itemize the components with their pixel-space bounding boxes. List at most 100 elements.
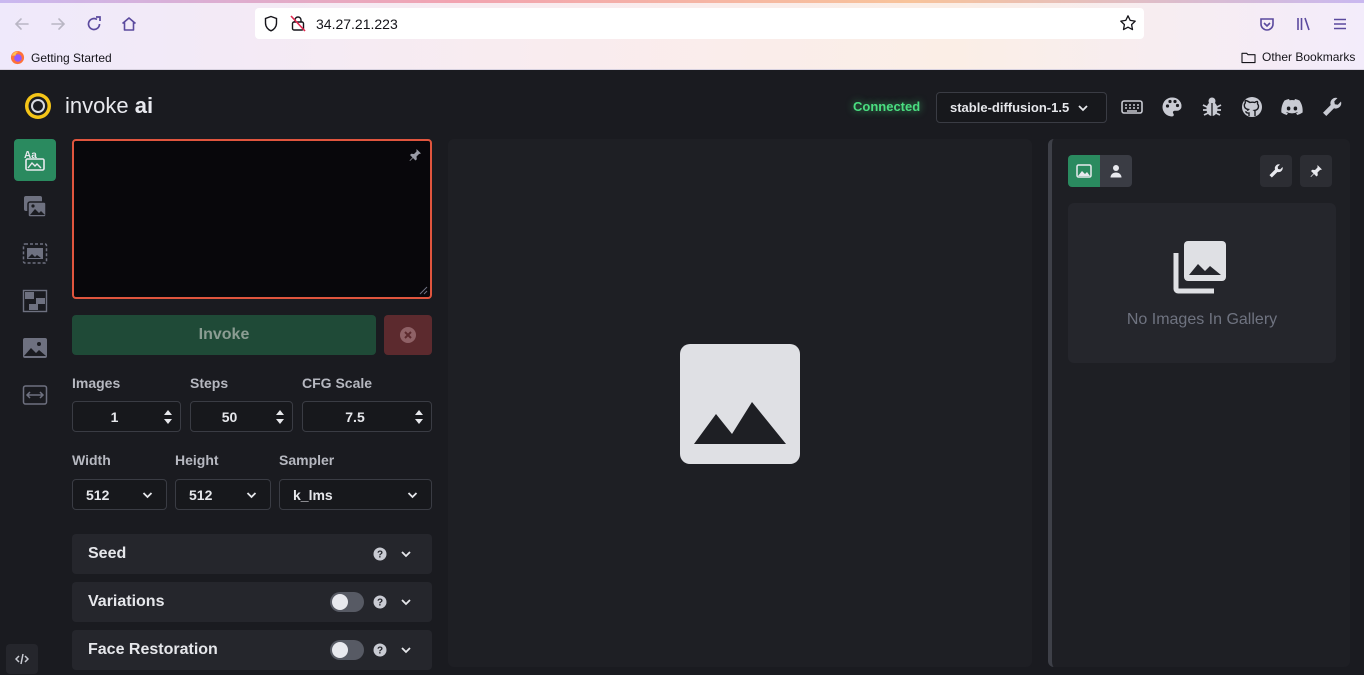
accordion-variations[interactable]: Variations ? — [72, 582, 432, 622]
landscape-image-icon — [23, 338, 47, 358]
theme-button[interactable] — [1160, 95, 1184, 119]
steps-value: 50 — [221, 409, 238, 425]
current-image-area — [448, 139, 1032, 667]
bookmark-other-bookmarks[interactable]: Other Bookmarks — [1241, 50, 1355, 64]
github-link[interactable] — [1240, 95, 1264, 119]
home-icon — [121, 17, 137, 31]
image-gallery: No Images In Gallery — [1048, 139, 1350, 667]
code-icon — [15, 653, 29, 665]
forward-button[interactable] — [44, 10, 72, 38]
back-button[interactable] — [8, 10, 36, 38]
back-arrow-icon — [14, 18, 29, 30]
tab-inpainting[interactable] — [14, 233, 56, 275]
gallery-tab-user[interactable] — [1100, 155, 1132, 187]
help-icon: ? — [373, 547, 387, 561]
tab-nodes[interactable] — [14, 327, 56, 369]
width-label: Width — [72, 452, 111, 468]
bookmark-label: Other Bookmarks — [1262, 50, 1356, 64]
bookmark-getting-started[interactable]: Getting Started — [10, 50, 112, 65]
model-select[interactable]: stable-diffusion-1.5 — [936, 92, 1107, 123]
bookmark-label: Getting Started — [31, 50, 112, 65]
cancel-circle-icon — [400, 327, 416, 343]
gallery-tab-results[interactable] — [1068, 155, 1100, 187]
resize-icon — [22, 385, 48, 405]
help-icon: ? — [373, 595, 387, 609]
github-icon — [1242, 97, 1262, 117]
chevron-down-icon — [401, 599, 411, 606]
discord-icon — [1281, 99, 1303, 115]
menu-button[interactable] — [1326, 10, 1354, 38]
forward-arrow-icon — [51, 18, 66, 30]
cfg-scale-input[interactable]: 7.5 — [302, 401, 432, 432]
width-select[interactable]: 512 — [72, 479, 167, 510]
accordion-face-restoration[interactable]: Face Restoration ? — [72, 630, 432, 670]
discord-link[interactable] — [1280, 95, 1304, 119]
settings-button[interactable] — [1320, 95, 1344, 119]
stepper-arrows-icon — [164, 410, 172, 424]
cfg-scale-value: 7.5 — [345, 409, 365, 425]
gallery-pin-button[interactable] — [1300, 155, 1332, 187]
pocket-button[interactable] — [1253, 10, 1281, 38]
star-bookmark-icon — [1120, 15, 1136, 31]
height-select[interactable]: 512 — [175, 479, 271, 510]
face-restoration-toggle[interactable] — [330, 640, 364, 660]
resize-handle-icon — [419, 286, 428, 295]
text-to-image-icon: Aa — [24, 150, 45, 171]
folder-icon — [1241, 52, 1256, 63]
chevron-down-icon — [246, 492, 257, 499]
sampler-value: k_lms — [293, 487, 333, 503]
console-toggle-button[interactable] — [6, 644, 38, 674]
gallery-settings-button[interactable] — [1260, 155, 1292, 187]
images-stack-icon — [1173, 241, 1226, 294]
images-value: 1 — [110, 409, 119, 425]
app-title: invoke ai — [65, 93, 154, 118]
images-input[interactable]: 1 — [72, 401, 181, 432]
library-icon — [1297, 17, 1310, 31]
connection-status: Connected — [853, 99, 921, 114]
width-value: 512 — [86, 487, 110, 503]
tab-text-to-image[interactable]: Aa — [14, 139, 56, 181]
bug-report-button[interactable] — [1200, 95, 1224, 119]
reload-button[interactable] — [80, 10, 108, 38]
prompt-textarea[interactable] — [72, 139, 432, 299]
height-value: 512 — [189, 487, 213, 503]
sampler-label: Sampler — [279, 452, 335, 468]
user-icon — [1110, 165, 1122, 178]
library-button[interactable] — [1290, 10, 1318, 38]
url-text[interactable]: 34.27.21.223 — [316, 16, 398, 32]
invoke-logo-icon — [25, 93, 51, 119]
chevron-down-icon — [401, 551, 411, 558]
help-icon: ? — [373, 643, 387, 657]
variations-toggle[interactable] — [330, 592, 364, 612]
image-to-image-icon — [24, 196, 47, 218]
cfg-scale-label: CFG Scale — [302, 375, 373, 391]
invoke-button[interactable]: Invoke — [72, 315, 376, 355]
palette-icon — [1162, 97, 1182, 117]
model-select-value: stable-diffusion-1.5 — [950, 100, 1070, 115]
hotkeys-button[interactable] — [1120, 95, 1144, 119]
svg-text:?: ? — [377, 550, 383, 561]
image-placeholder — [680, 344, 800, 464]
pin-icon — [1310, 165, 1322, 177]
accordion-title: Variations — [88, 593, 165, 610]
outpainting-icon — [22, 289, 48, 313]
tab-outpainting[interactable] — [14, 280, 56, 322]
accordion-title: Face Restoration — [88, 641, 218, 658]
chevron-down-icon — [1078, 104, 1088, 111]
sampler-select[interactable]: k_lms — [279, 479, 432, 510]
wrench-icon — [1269, 164, 1283, 178]
steps-input[interactable]: 50 — [190, 401, 293, 432]
reload-icon — [87, 16, 101, 31]
mountain-image-icon — [694, 402, 786, 444]
home-button[interactable] — [115, 10, 143, 38]
toggle-knob — [332, 594, 348, 610]
address-bar[interactable]: 34.27.21.223 — [255, 8, 1144, 39]
inpainting-icon — [22, 243, 48, 264]
tab-postprocessing[interactable] — [14, 374, 56, 416]
cancel-button[interactable] — [384, 315, 432, 355]
accordion-seed[interactable]: Seed ? — [72, 534, 432, 574]
accordion-title: Seed — [88, 545, 127, 562]
firefox-icon — [10, 50, 25, 65]
tab-image-to-image[interactable] — [14, 186, 56, 228]
stepper-arrows-icon — [276, 410, 284, 424]
